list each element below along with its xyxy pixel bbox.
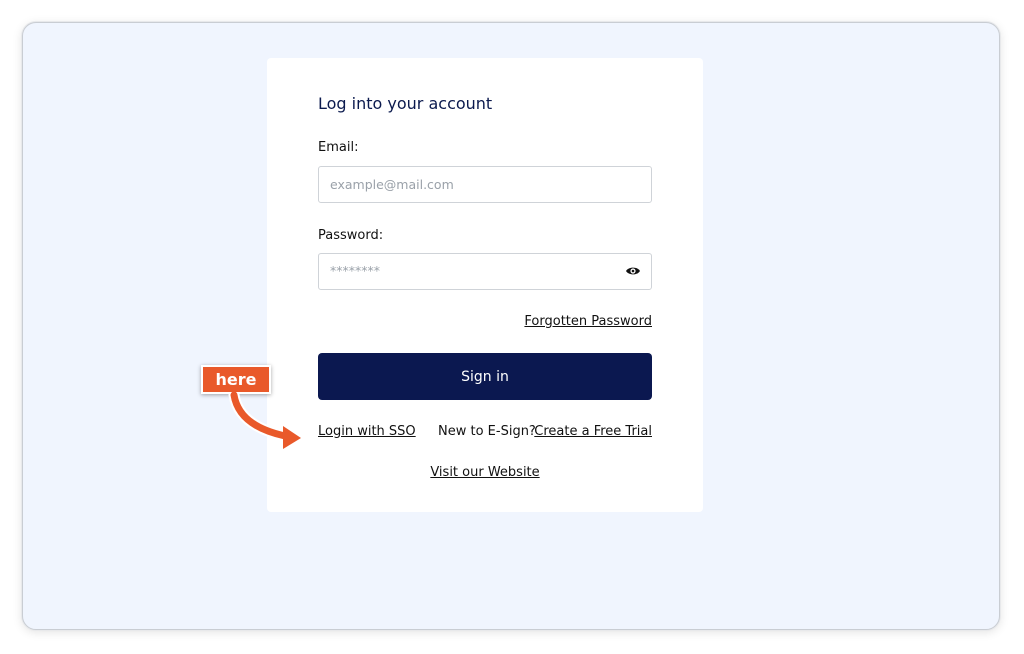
email-placeholder: example@mail.com [330,177,454,192]
new-user-text: New to E-Sign? [438,424,536,439]
password-placeholder: ******** [330,263,380,278]
password-field[interactable]: ******** [318,253,652,290]
sign-in-button[interactable]: Sign in [318,353,652,400]
arrow-icon [228,392,305,452]
visit-website-link[interactable]: Visit our Website [267,465,703,480]
sso-login-link[interactable]: Login with SSO [318,424,416,439]
login-title: Log into your account [318,94,493,113]
visit-website-label: Visit our Website [430,465,540,480]
free-trial-link[interactable]: Create a Free Trial [534,424,652,439]
email-label: Email: [318,140,359,155]
eye-icon[interactable] [625,265,641,277]
email-field[interactable]: example@mail.com [318,166,652,203]
here-callout: here [201,365,271,394]
forgot-password-link[interactable]: Forgotten Password [524,314,652,329]
login-card: Log into your account Email: example@mai… [267,58,703,512]
password-label: Password: [318,228,384,243]
